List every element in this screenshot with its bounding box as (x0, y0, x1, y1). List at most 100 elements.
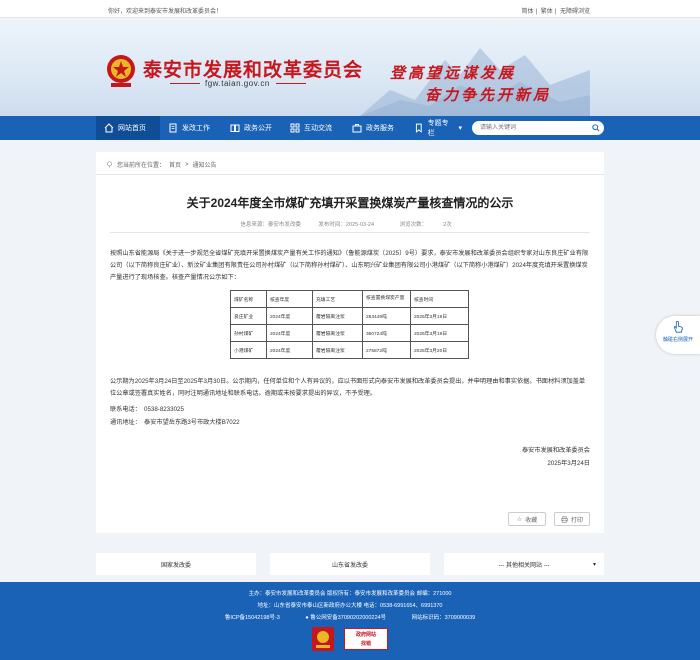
footer-link-ndrc[interactable]: 国家发改委 (96, 553, 256, 575)
verification-table: 煤矿名称 核查年度 充填工艺 核查置换煤炭产量 核查时间 良庄矿业 2024年度… (230, 290, 469, 359)
table-row: 良庄矿业 2024年度 覆岩隔离注浆 283449吨 2025年3月19日 (230, 307, 469, 325)
service-icon (352, 124, 362, 133)
nav-work-label: 发改工作 (182, 125, 210, 132)
nav-service[interactable]: 政务服务 (344, 116, 406, 140)
site-banner: 泰安市发展和改革委员会 fgw.taian.gov.cn 登高望远谋发展 奋力争… (0, 18, 700, 116)
table-cell: 2024年度 (266, 341, 313, 359)
slogan-line-1: 登高望远谋发展 (390, 64, 517, 82)
table-cell: 2025年3月20日 (410, 341, 469, 359)
top-bar: 你好，欢迎来到泰安市发展和改革委员会！ 简体 | 繁体 | 无障碍浏览 (0, 0, 700, 18)
slogan-line-2: 奋力争先开新局 (425, 86, 552, 104)
search-icon (592, 124, 600, 132)
signature-org: 泰安市发展和改革委员会 (521, 447, 590, 454)
side-expand-button[interactable]: 触碰右侧展开 (656, 316, 700, 354)
article-card: 您当前所在位置： 首页 > 通知公告 关于2024年度全市煤矿充填开采置换煤炭产… (96, 152, 604, 533)
table-header: 核查时间 (410, 290, 469, 308)
table-header: 煤矿名称 (230, 290, 267, 308)
breadcrumb-current[interactable]: 通知公告 (193, 160, 217, 169)
table-cell: 小港煤矿 (230, 341, 267, 359)
gov-site-error-report-badge[interactable]: 政府网站 找错 (344, 628, 388, 650)
nav-public[interactable]: 政务公开 (222, 116, 282, 140)
table-cell: 275872吨 (362, 341, 411, 359)
article-source: 信息来源：泰安市发改委 (240, 222, 301, 228)
main-nav: 网站首页 发改工作 政务公开 互动交流 政务服务 专题专栏 ▾ (0, 116, 700, 140)
url-divider-right (276, 83, 306, 84)
search-input[interactable] (472, 121, 588, 135)
footer-address: 地址：山东省泰安市泰山区新政府办公大楼 电话：0538-6991654、6991… (257, 603, 443, 609)
table-header: 充填工艺 (312, 290, 363, 308)
welcome-text: 你好，欢迎来到泰安市发展和改革委员会！ (108, 9, 223, 15)
print-label: 打印 (570, 517, 583, 524)
nav-interact-label: 互动交流 (304, 125, 332, 132)
signature-date: 2025年3月24日 (547, 460, 590, 467)
table-header-row: 煤矿名称 核查年度 充填工艺 核查置换煤炭产量 核查时间 (230, 290, 469, 308)
collect-label: 收藏 (525, 517, 538, 524)
divider (110, 232, 590, 233)
table-cell: 2025年3月19日 (410, 324, 469, 342)
other-sites-label: --- 其他相关网站 --- (498, 562, 550, 569)
nav-topics[interactable]: 专题专栏 ▾ (406, 116, 470, 140)
table-cell: 360724吨 (362, 324, 411, 342)
home-icon (104, 123, 114, 133)
article-title: 关于2024年度全市煤矿充填开采置换煤炭产量核查情况的公示 (186, 196, 514, 210)
link-traditional[interactable]: 繁体 (541, 9, 553, 15)
police-record[interactable]: 鲁公网安备37090202000224号 (310, 615, 386, 621)
article-notice: 公示期为2025年3月24日至2025年3月30日。公示期内，任何单位和个人有异… (110, 378, 586, 397)
search-button[interactable] (588, 121, 604, 135)
table-cell: 孙村煤矿 (230, 324, 267, 342)
touch-hand-icon (673, 320, 683, 333)
footer-sponsor: 主办：泰安市发展和改革委员会 版权所有：泰安市发展和改革委员会 邮编：27100… (248, 591, 452, 597)
article-intro: 按照山东省能源局《关于进一步规范全省煤矿充填开采置换煤炭产量有关工作的通知》（鲁… (110, 250, 589, 281)
table-cell: 覆岩隔离注浆 (312, 324, 363, 342)
national-emblem-icon (107, 55, 135, 87)
party-government-badge-icon[interactable] (312, 627, 334, 651)
star-icon: ☆ (516, 516, 523, 523)
nav-public-label: 政务公开 (244, 125, 272, 132)
link-accessibility[interactable]: 无障碍浏览 (560, 9, 590, 15)
print-button[interactable]: 打印 (554, 512, 590, 526)
nav-service-label: 政务服务 (366, 125, 394, 132)
breadcrumb-sep: > (185, 161, 189, 168)
views-count: 2次 (443, 222, 452, 228)
grid-icon (290, 123, 300, 133)
breadcrumb-home[interactable]: 首页 (169, 160, 181, 169)
icp-number[interactable]: 鲁ICP备15042198号-3 (225, 615, 280, 621)
nav-topics-label: 专题专栏 (427, 120, 449, 137)
document-icon (169, 123, 177, 133)
table-row: 孙村煤矿 2024年度 覆岩隔离注浆 360724吨 2025年3月19日 (230, 324, 469, 342)
contact-phone: 联系电话： 0538-8233025 (110, 406, 184, 413)
site-url: fgw.taian.gov.cn (205, 79, 270, 88)
nav-work[interactable]: 发改工作 (160, 116, 222, 140)
footer-link-sdfgw[interactable]: 山东省发改委 (270, 553, 430, 575)
table-cell: 良庄矿业 (230, 307, 267, 325)
table-cell: 2024年度 (266, 324, 313, 342)
nav-home[interactable]: 网站首页 (96, 116, 160, 140)
nav-interact[interactable]: 互动交流 (282, 116, 344, 140)
footer-other-sites-select[interactable]: --- 其他相关网站 --- ▾ (444, 553, 604, 575)
location-icon (107, 161, 112, 168)
table-row: 小港煤矿 2024年度 覆岩隔离注浆 275872吨 2025年3月20日 (230, 341, 469, 359)
table-header: 核查年度 (266, 290, 313, 308)
views-label: 浏览次数： (399, 222, 428, 228)
printer-icon (561, 515, 568, 523)
link-simplified[interactable]: 简体 (521, 9, 533, 15)
bookmark-icon (415, 123, 422, 133)
article-meta: 信息来源：泰安市发改委 发布时间：2025-03-24 浏览次数： 2次 (96, 220, 604, 228)
book-icon (230, 124, 240, 132)
table-header: 核查置换煤炭产量 (362, 290, 411, 308)
side-expand-label: 触碰右侧展开 (662, 337, 693, 343)
article-date: 发布时间：2025-03-24 (318, 222, 375, 228)
divider (96, 174, 604, 175)
url-divider-left (170, 83, 200, 84)
contact-address: 通讯地址： 泰安市望岳东路3号市政大楼B7022 (110, 419, 240, 426)
nav-home-label: 网站首页 (118, 125, 146, 132)
breadcrumb: 您当前所在位置： 首页 > 通知公告 (106, 160, 217, 169)
table-cell: 覆岩隔离注浆 (312, 341, 363, 359)
table-cell: 2025年3月19日 (410, 307, 469, 325)
table-cell: 覆岩隔离注浆 (312, 307, 363, 325)
site-title[interactable]: 泰安市发展和改革委员会 (143, 55, 363, 82)
table-cell: 283449吨 (362, 307, 411, 325)
chevron-down-icon: ▾ (592, 561, 596, 568)
chevron-down-icon: ▾ (458, 125, 462, 132)
collect-button[interactable]: ☆ 收藏 (508, 512, 546, 526)
